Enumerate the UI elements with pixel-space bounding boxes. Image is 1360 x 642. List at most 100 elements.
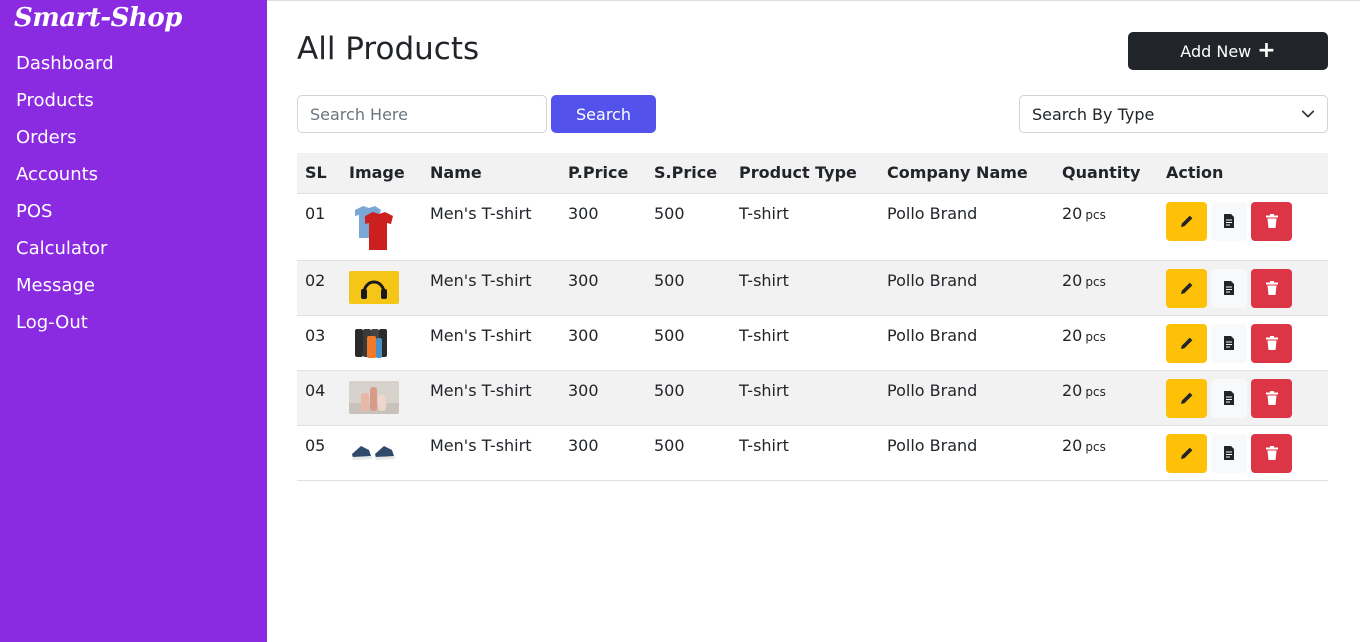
document-icon — [1224, 446, 1234, 460]
cell-name: Men's T-shirt — [422, 370, 560, 426]
sidebar-item-pos[interactable]: POS — [16, 198, 114, 235]
delete-button[interactable] — [1251, 323, 1292, 363]
table-header-row: SL Image Name P.Price S.Price Product Ty… — [297, 153, 1328, 194]
qty-value: 20 — [1062, 270, 1083, 290]
chevron-down-icon — [1301, 110, 1315, 118]
edit-button[interactable] — [1166, 201, 1207, 241]
qty-value: 20 — [1062, 203, 1083, 223]
trash-icon — [1265, 446, 1278, 460]
cell-type: T-shirt — [731, 370, 879, 426]
qty-unit: pcs — [1085, 439, 1106, 454]
cell-quantity: 20 pcs — [1054, 425, 1158, 481]
view-button[interactable] — [1211, 201, 1247, 241]
search-by-type-value: Search By Type — [1032, 104, 1155, 124]
edit-button[interactable] — [1166, 323, 1207, 363]
cell-company: Pollo Brand — [879, 193, 1054, 261]
edit-button[interactable] — [1166, 268, 1207, 308]
cell-pprice: 300 — [560, 370, 646, 426]
qty-unit: pcs — [1085, 329, 1106, 344]
cell-name: Men's T-shirt — [422, 193, 560, 261]
cell-sl: 05 — [297, 425, 341, 481]
qty-value: 20 — [1062, 380, 1083, 400]
view-button[interactable] — [1211, 323, 1247, 363]
add-new-button[interactable]: Add New + — [1128, 32, 1328, 70]
cell-name: Men's T-shirt — [422, 260, 560, 316]
cell-sprice: 500 — [646, 260, 731, 316]
pencil-icon — [1180, 337, 1192, 349]
cell-sl: 03 — [297, 315, 341, 371]
cell-type: T-shirt — [731, 260, 879, 316]
cell-pprice: 300 — [560, 193, 646, 261]
sidebar-item-dashboard[interactable]: Dashboard — [16, 50, 114, 87]
cell-pprice: 300 — [560, 425, 646, 481]
header-sl: SL — [297, 153, 341, 194]
trash-icon — [1265, 391, 1278, 405]
document-icon — [1224, 281, 1234, 295]
table-row: 02 Men's T-shirt 300 500 T-shirt Pollo B… — [297, 260, 1328, 316]
sneakers-image — [349, 435, 399, 469]
pencil-icon — [1180, 282, 1192, 294]
sidebar: Smart-Shop Dashboard Products Orders Acc… — [0, 0, 267, 642]
search-by-type-select[interactable]: Search By Type — [1019, 95, 1328, 133]
cell-image — [341, 315, 422, 371]
view-button[interactable] — [1211, 433, 1247, 473]
delete-button[interactable] — [1251, 201, 1292, 241]
cell-sl: 02 — [297, 260, 341, 316]
cell-company: Pollo Brand — [879, 370, 1054, 426]
delete-button[interactable] — [1251, 268, 1292, 308]
header-action: Action — [1158, 153, 1328, 194]
cell-quantity: 20 pcs — [1054, 260, 1158, 316]
header-name: Name — [422, 153, 560, 194]
header-company-name: Company Name — [879, 153, 1054, 194]
cell-name: Men's T-shirt — [422, 425, 560, 481]
cell-image — [341, 193, 422, 261]
cell-action — [1158, 315, 1328, 371]
table-row: 01 Men's T-shirt 300 500 T-shirt Pollo B… — [297, 193, 1328, 261]
qty-unit: pcs — [1085, 207, 1106, 222]
delete-button[interactable] — [1251, 378, 1292, 418]
cosmetics-image — [349, 380, 399, 414]
sidebar-item-calculator[interactable]: Calculator — [16, 235, 114, 272]
table-row: 04 Men's T-shirt 300 500 T-shirt Pollo B… — [297, 370, 1328, 426]
search-input[interactable] — [297, 95, 547, 133]
sidebar-item-accounts[interactable]: Accounts — [16, 161, 114, 198]
add-new-label: Add New — [1180, 41, 1252, 61]
page-title: All Products — [297, 31, 480, 67]
header-image: Image — [341, 153, 422, 194]
edit-button[interactable] — [1166, 378, 1207, 418]
cell-action — [1158, 370, 1328, 426]
delete-button[interactable] — [1251, 433, 1292, 473]
cell-type: T-shirt — [731, 315, 879, 371]
document-icon — [1224, 214, 1234, 228]
search-button[interactable]: Search — [551, 95, 656, 133]
cell-company: Pollo Brand — [879, 315, 1054, 371]
edit-button[interactable] — [1166, 433, 1207, 473]
header-product-type: Product Type — [731, 153, 879, 194]
cell-action — [1158, 260, 1328, 316]
brand-logo[interactable]: Smart-Shop — [14, 3, 182, 33]
cell-sprice: 500 — [646, 193, 731, 261]
cell-sprice: 500 — [646, 425, 731, 481]
plus-icon: + — [1257, 38, 1276, 63]
table-row: 05 Men's T-shirt 300 500 T-shirt Pollo B… — [297, 425, 1328, 481]
sidebar-item-logout[interactable]: Log-Out — [16, 309, 114, 346]
cell-type: T-shirt — [731, 193, 879, 261]
cell-image — [341, 260, 422, 316]
sidebar-item-orders[interactable]: Orders — [16, 124, 114, 161]
cell-sprice: 500 — [646, 370, 731, 426]
sidebar-item-message[interactable]: Message — [16, 272, 114, 309]
sidebar-nav: Dashboard Products Orders Accounts POS C… — [16, 50, 114, 346]
view-button[interactable] — [1211, 268, 1247, 308]
products-table: SL Image Name P.Price S.Price Product Ty… — [297, 153, 1328, 481]
cell-action — [1158, 193, 1328, 261]
pencil-icon — [1180, 447, 1192, 459]
sidebar-item-products[interactable]: Products — [16, 87, 114, 124]
qty-unit: pcs — [1085, 274, 1106, 289]
cell-image — [341, 425, 422, 481]
header-pprice: P.Price — [560, 153, 646, 194]
view-button[interactable] — [1211, 378, 1247, 418]
cell-quantity: 20 pcs — [1054, 315, 1158, 371]
table-row: 03 Men's T-shirt 300 500 T-shirt Pollo B… — [297, 315, 1328, 371]
cell-sl: 01 — [297, 193, 341, 261]
cell-pprice: 300 — [560, 315, 646, 371]
